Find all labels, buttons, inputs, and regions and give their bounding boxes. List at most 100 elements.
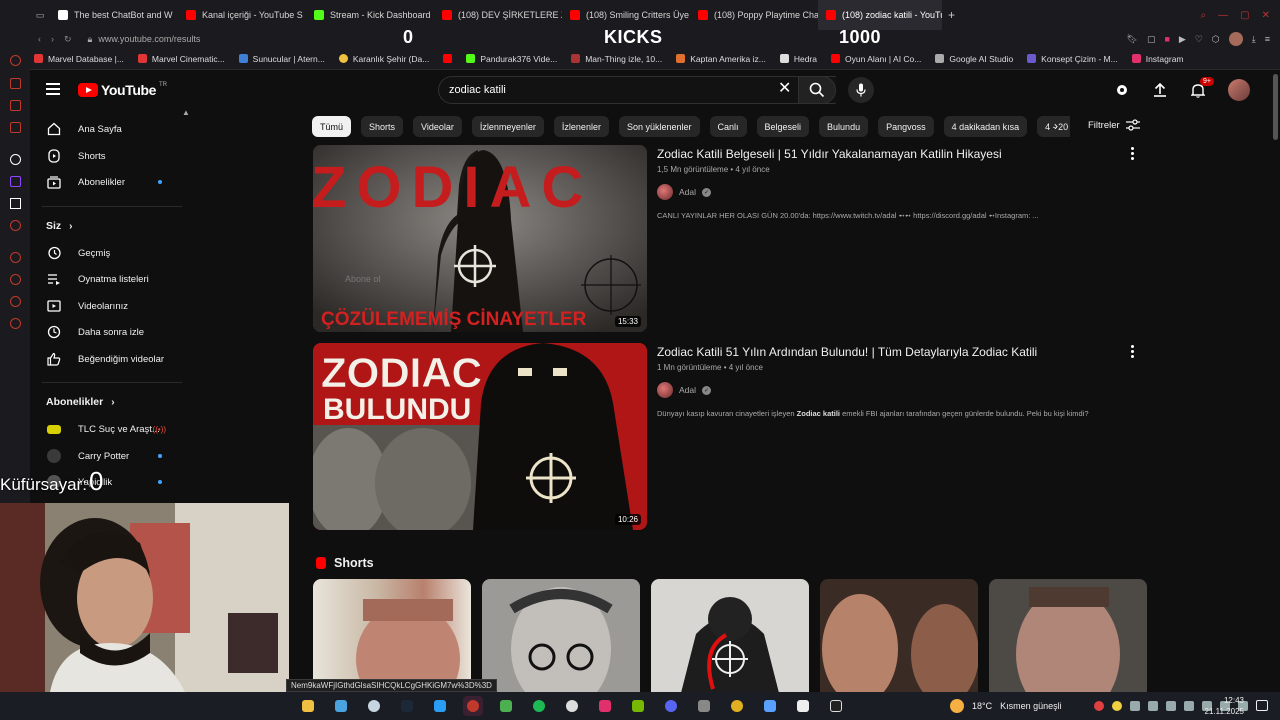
chip-live[interactable]: Canlı xyxy=(709,116,747,137)
short-card[interactable] xyxy=(651,579,809,693)
chip-documentary[interactable]: Belgeseli xyxy=(756,116,810,137)
rail-kick-icon[interactable] xyxy=(10,154,21,165)
chip-under-4-min[interactable]: 4 dakikadan kısa xyxy=(943,116,1028,137)
chip-shorts[interactable]: Shorts xyxy=(361,116,404,137)
bookmark-item[interactable]: Oyun Alanı | AI Co... xyxy=(830,54,921,64)
tray-app-icon[interactable] xyxy=(1147,701,1158,711)
close-icon[interactable]: ✕ xyxy=(1262,10,1270,21)
rail-settings-icon[interactable] xyxy=(10,318,21,329)
more-actions-icon[interactable] xyxy=(1131,345,1135,358)
tab-smiling-critters[interactable]: (108) Smiling Critters Üye xyxy=(562,0,690,30)
heart-icon[interactable]: ♡ xyxy=(1195,34,1203,45)
short-card[interactable] xyxy=(482,579,640,693)
bookmark-item[interactable]: Man-Thing izle, 10... xyxy=(571,54,662,64)
chips-next-icon[interactable]: › xyxy=(1054,119,1058,133)
bookmark-item[interactable]: Kaptan Amerika iz... xyxy=(676,54,766,64)
clear-search-icon[interactable]: ✕ xyxy=(778,81,791,97)
minimize-icon[interactable]: — xyxy=(1218,10,1228,21)
bookmark-item[interactable]: Instagram xyxy=(1131,54,1184,64)
channel-link[interactable]: Adal ✓ xyxy=(657,184,712,200)
extensions-icon[interactable]: ⬡ xyxy=(1212,34,1220,45)
youtube-logo[interactable]: YouTube TR xyxy=(78,82,167,98)
search-input[interactable]: zodiac katili xyxy=(438,76,836,104)
menu-icon[interactable]: ≡ xyxy=(1265,34,1270,44)
rail-messenger-icon[interactable] xyxy=(10,100,21,111)
sidebar-item-shorts[interactable]: Shorts xyxy=(30,143,182,169)
chip-recent[interactable]: Son yüklenenler xyxy=(618,116,700,137)
url-field[interactable]: 🔒︎ www.youtube.com/results xyxy=(88,34,201,45)
maximize-icon[interactable]: ▢ xyxy=(1240,10,1249,21)
video-thumbnail[interactable]: ZODIAC Abone ol ÇÖZÜLEMEMİŞ CİNAYETLER 1… xyxy=(313,145,647,332)
chip-watched[interactable]: İzlenenler xyxy=(553,116,609,137)
tab-dev-sirketlere[interactable]: (108) DEV ŞİRKETLERE Z xyxy=(434,0,562,30)
short-card[interactable] xyxy=(989,579,1147,693)
system-clock[interactable]: 12:43 21.11.2025 xyxy=(1205,695,1244,717)
extension-icon[interactable]: ■ xyxy=(1164,34,1169,44)
tab-youtube-studio[interactable]: Kanal içeriği - YouTube S xyxy=(178,0,306,30)
taskbar-spotify-icon[interactable] xyxy=(529,696,549,716)
taskbar-capcut-icon[interactable] xyxy=(793,696,813,716)
taskbar-media-icon[interactable] xyxy=(760,696,780,716)
taskbar-xbox-icon[interactable] xyxy=(496,696,516,716)
bookmark-item[interactable]: Marvel Cinematic... xyxy=(137,54,225,64)
bookmark-icon[interactable]: 🔖︎ xyxy=(1127,34,1138,45)
page-scrollbar[interactable] xyxy=(1273,74,1278,140)
tab-menu-icon[interactable]: ▭ xyxy=(30,10,50,21)
upload-button[interactable] xyxy=(1152,82,1168,98)
rail-pin-icon[interactable] xyxy=(10,274,21,285)
sidebar-item-subscriptions[interactable]: Abonelikler xyxy=(30,169,182,195)
microphone-tray-icon[interactable] xyxy=(1183,701,1194,711)
bookmark-item[interactable]: Marvel Database |... xyxy=(34,54,124,64)
tab-poppy-playtime[interactable]: (108) Poppy Playtime Cha xyxy=(690,0,818,30)
reload-icon[interactable]: ↻ xyxy=(64,34,72,45)
sidebar-item-your-videos[interactable]: Videolarınız xyxy=(30,293,182,319)
bookmark-item[interactable]: Karanlık Şehir (Da... xyxy=(338,54,429,64)
sidebar-you-header[interactable]: Siz › xyxy=(46,220,73,232)
rail-chat-icon[interactable] xyxy=(10,78,21,89)
guide-menu-button[interactable] xyxy=(46,83,60,95)
search-tabs-icon[interactable]: ⌕ xyxy=(1201,10,1207,21)
chip-found[interactable]: Bulundu xyxy=(819,116,869,137)
chip-videos[interactable]: Videolar xyxy=(413,116,462,137)
rail-x-icon[interactable] xyxy=(10,198,21,209)
back-icon[interactable]: ‹ xyxy=(38,34,41,45)
notification-center-icon[interactable] xyxy=(1256,700,1268,711)
taskbar-steam-client-icon[interactable] xyxy=(397,696,417,716)
channel-link[interactable]: Adal ✓ xyxy=(657,382,712,398)
studio-icon[interactable] xyxy=(1114,82,1130,98)
rail-cube-icon[interactable] xyxy=(10,296,21,307)
rail-history-icon[interactable] xyxy=(10,252,21,263)
tab-chatbot[interactable]: The best ChatBot and W xyxy=(50,0,178,30)
chip-all[interactable]: Tümü xyxy=(312,116,352,137)
forward-icon[interactable]: › xyxy=(51,34,54,45)
tray-app-icon[interactable] xyxy=(1111,701,1122,711)
sidebar-item-history[interactable]: Geçmiş xyxy=(30,240,182,266)
play-icon[interactable]: ▶ xyxy=(1179,34,1186,45)
filters-button[interactable]: Filtreler xyxy=(1088,119,1140,131)
chip-pangvoss[interactable]: Pangvoss xyxy=(878,116,934,137)
more-actions-icon[interactable] xyxy=(1131,147,1135,160)
taskbar-obs-icon[interactable] xyxy=(562,696,582,716)
taskbar-nvidia-icon[interactable] xyxy=(628,696,648,716)
rail-instagram-icon[interactable] xyxy=(10,122,21,133)
taskbar-steam-icon[interactable] xyxy=(364,696,384,716)
taskbar-file-explorer-icon[interactable] xyxy=(331,696,351,716)
sidebar-item-playlists[interactable]: Oynatma listeleri xyxy=(30,266,182,292)
notifications-button[interactable]: 9+ xyxy=(1190,77,1214,98)
taskbar-app-store-icon[interactable] xyxy=(298,696,318,716)
profile-avatar[interactable] xyxy=(1228,32,1243,46)
bookmark-item[interactable]: Konsept Çizim - M... xyxy=(1027,54,1118,64)
taskbar-chrome-icon[interactable] xyxy=(727,696,747,716)
sidebar-item-home[interactable]: Ana Sayfa xyxy=(30,116,182,142)
snapshot-icon[interactable]: ▢ xyxy=(1147,34,1156,45)
taskbar-discord-icon[interactable] xyxy=(661,696,681,716)
video-title[interactable]: Zodiac Katili 51 Yılın Ardından Bulundu!… xyxy=(657,345,1037,359)
taskbar-instagram-icon[interactable] xyxy=(595,696,615,716)
rail-refresh-icon[interactable] xyxy=(10,55,21,66)
rail-music-icon[interactable] xyxy=(10,220,21,231)
tray-app-icon[interactable] xyxy=(1129,701,1140,711)
search-button[interactable] xyxy=(798,76,836,104)
sidebar-item-watch-later[interactable]: Daha sonra izle xyxy=(30,319,182,345)
download-icon[interactable]: ⤓ xyxy=(1252,34,1256,45)
bookmark-item[interactable]: Pandurak376 Vide... xyxy=(466,54,557,64)
